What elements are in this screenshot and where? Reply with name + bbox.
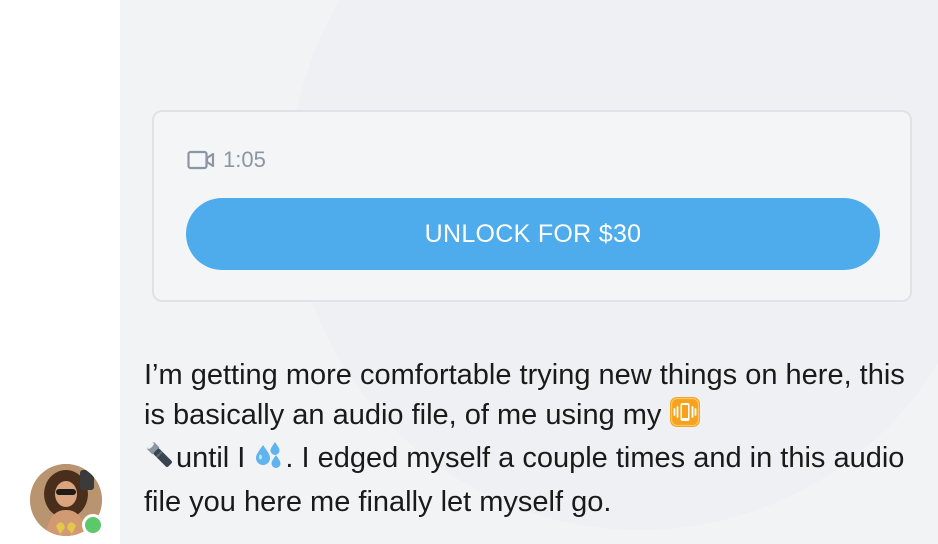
media-info: 1:05: [187, 147, 266, 173]
locked-media-card: 1:05 UNLOCK FOR $30: [152, 110, 912, 302]
message-text: I’m getting more comfortable trying new …: [144, 356, 924, 522]
sender-avatar-wrap[interactable]: [30, 464, 104, 538]
flashlight-emoji-icon: [144, 439, 176, 483]
video-camera-icon: [187, 150, 215, 170]
sweat-droplets-emoji-icon: [253, 439, 285, 483]
message-text-part-2: until I: [176, 442, 254, 474]
message-text-part-1: I’m getting more comfortable trying new …: [144, 359, 905, 431]
media-duration: 1:05: [223, 147, 266, 172]
online-status-dot: [82, 514, 104, 536]
vibration-mode-emoji-icon: [669, 396, 701, 440]
unlock-button[interactable]: UNLOCK FOR $30: [186, 198, 880, 270]
message-bubble: 1:05 UNLOCK FOR $30 I’m getting more com…: [120, 0, 938, 544]
